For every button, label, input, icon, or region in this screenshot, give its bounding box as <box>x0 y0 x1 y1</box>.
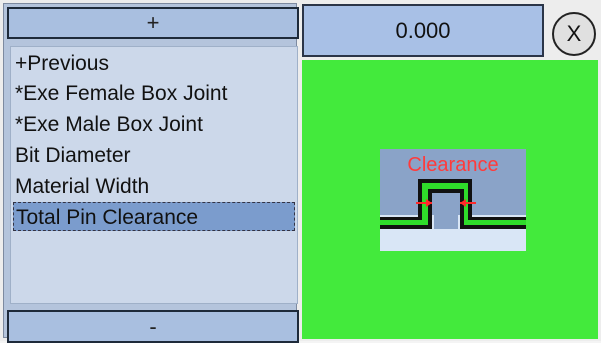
menu-item-previous[interactable]: +Previous <box>13 49 295 78</box>
device-screen: + +Previous *Exe Female Box Joint *Exe M… <box>0 0 601 343</box>
close-button[interactable]: X <box>552 12 596 56</box>
diagram-title: Clearance <box>407 154 498 176</box>
menu-item-material-width[interactable]: Material Width <box>13 172 295 201</box>
pin-slot <box>434 195 458 229</box>
menu-item-bit-diameter[interactable]: Bit Diameter <box>13 141 295 170</box>
menu-item-female-box-joint[interactable]: *Exe Female Box Joint <box>13 79 295 108</box>
diagram-area: Clearance <box>302 60 598 339</box>
menu-item-male-box-joint[interactable]: *Exe Male Box Joint <box>13 110 295 139</box>
menu-item-total-pin-clearance[interactable]: Total Pin Clearance <box>13 202 295 231</box>
scroll-up-button[interactable]: + <box>7 7 299 39</box>
menu-list: +Previous *Exe Female Box Joint *Exe Mal… <box>10 46 298 304</box>
value-display[interactable]: 0.000 <box>302 4 544 57</box>
menu-panel: + +Previous *Exe Female Box Joint *Exe M… <box>3 3 299 343</box>
close-label: X <box>566 21 582 46</box>
clearance-diagram: Clearance <box>380 149 526 251</box>
scroll-down-button[interactable]: - <box>7 310 299 343</box>
